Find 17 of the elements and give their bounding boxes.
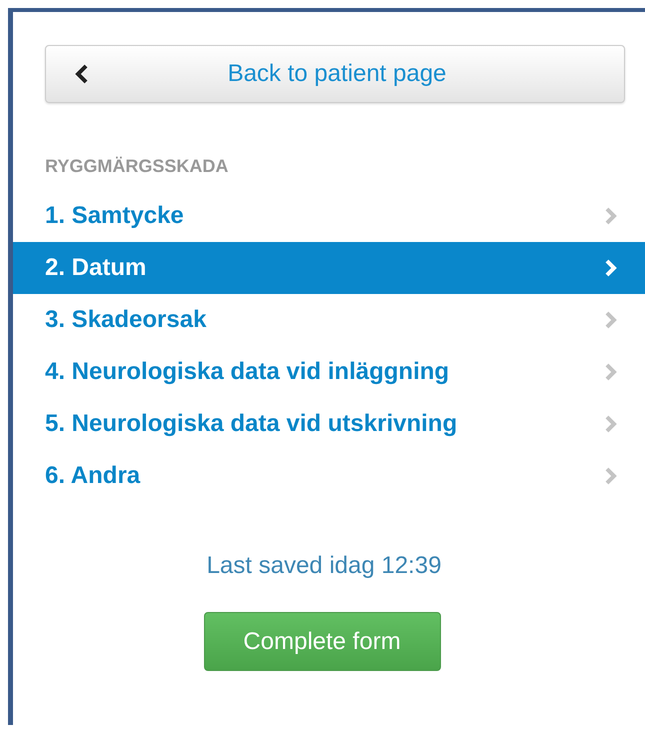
chevron-right-icon [604, 207, 618, 225]
chevron-right-icon [604, 363, 618, 381]
chevron-right-icon [604, 259, 618, 277]
nav-item[interactable]: 4. Neurologiska data vid inläggning [13, 346, 645, 398]
complete-form-button[interactable]: Complete form [204, 612, 440, 671]
nav-item[interactable]: 2. Datum [13, 242, 645, 294]
back-button[interactable]: Back to patient page [45, 45, 625, 103]
chevron-right-icon [604, 415, 618, 433]
nav-item[interactable]: 3. Skadeorsak [13, 294, 645, 346]
nav-item[interactable]: 1. Samtycke [13, 190, 645, 242]
nav-item[interactable]: 6. Andra [13, 450, 645, 502]
chevron-right-icon [604, 311, 618, 329]
chevron-left-icon [74, 64, 90, 84]
chevron-right-icon [604, 467, 618, 485]
section-title: RYGGMÄRGSSKADA [45, 156, 230, 178]
nav-item[interactable]: 5. Neurologiska data vid utskrivning [13, 398, 645, 450]
last-saved-text: Last saved idag 12:39 [206, 552, 442, 580]
